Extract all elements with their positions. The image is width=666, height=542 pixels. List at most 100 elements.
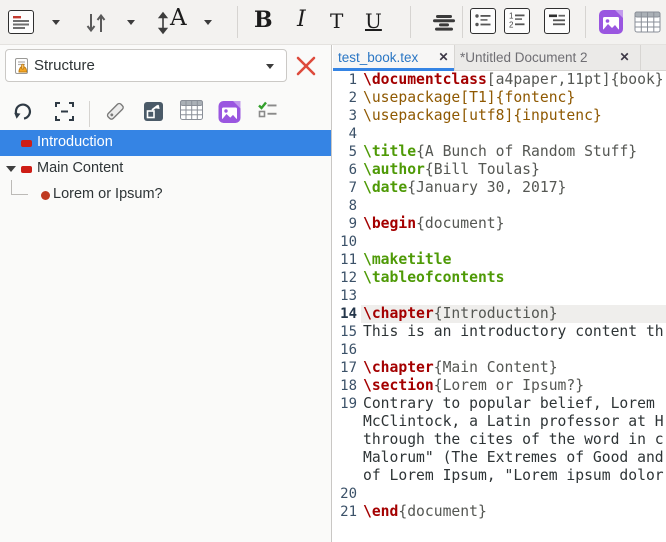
- bold-button[interactable]: B: [254, 7, 273, 33]
- main-toolbar: A B I T U: [0, 0, 666, 45]
- line-number: 11: [333, 251, 361, 269]
- code-line[interactable]: 20: [333, 485, 666, 503]
- line-number: 15: [333, 323, 361, 341]
- code-line[interactable]: 5\title{A Bunch of Random Stuff}: [333, 143, 666, 161]
- description-list-button[interactable]: [544, 8, 570, 34]
- tab-test-book[interactable]: test_book.tex ✕: [333, 45, 455, 71]
- code-line[interactable]: 1\documentclass[a4paper,11pt]{book}: [333, 71, 666, 89]
- line-number: 6: [333, 161, 361, 179]
- code-line-text: [361, 485, 666, 503]
- code-line[interactable]: 13: [333, 287, 666, 305]
- structure-item-label: Main Content: [37, 160, 123, 176]
- enumerate-list-button[interactable]: 1 2: [504, 8, 530, 34]
- show-todos-icon[interactable]: [255, 99, 280, 124]
- structure-tree-item[interactable]: Introduction: [0, 130, 331, 156]
- show-includes-icon[interactable]: [141, 99, 166, 124]
- document-tabbar: test_book.tex ✕ *Untitled Document 2 ✕: [333, 45, 666, 71]
- center-environment-icon[interactable]: [430, 11, 458, 33]
- references-icon[interactable]: [84, 11, 108, 35]
- code-line[interactable]: 19Contrary to popular belief, Lorem: [333, 395, 666, 413]
- font-size-arrow-icon[interactable]: [157, 11, 169, 35]
- application-window: A B I T U: [0, 0, 666, 542]
- code-line[interactable]: 2\usepackage[T1]{fontenc}: [333, 89, 666, 107]
- italic-button[interactable]: I: [297, 7, 306, 32]
- tab-label: test_book.tex: [338, 50, 418, 65]
- line-number: 5: [333, 143, 361, 161]
- code-line[interactable]: 4: [333, 125, 666, 143]
- sectioning-icon: [9, 11, 33, 33]
- code-line-text: of Lorem Ipsum, "Lorem ipsum dolor: [361, 467, 666, 485]
- expander-arrow-icon[interactable]: [6, 166, 16, 172]
- code-line[interactable]: Malorum" (The Extremes of Good and: [333, 449, 666, 467]
- collapse-all-icon[interactable]: [52, 99, 77, 124]
- code-line[interactable]: 21\end{document}: [333, 503, 666, 521]
- insert-image-button[interactable]: [598, 8, 625, 35]
- font-size-dropdown-caret[interactable]: [204, 20, 212, 25]
- code-line-text: \maketitle: [361, 251, 666, 269]
- itemize-list-icon: [471, 9, 495, 33]
- code-line[interactable]: 6\author{Bill Toulas}: [333, 161, 666, 179]
- code-line[interactable]: 8: [333, 197, 666, 215]
- tab-label: *Untitled Document 2: [460, 50, 588, 65]
- code-line-text: \documentclass[a4paper,11pt]{book}: [361, 71, 666, 89]
- line-number: [333, 413, 361, 431]
- refresh-structure-icon[interactable]: [11, 99, 36, 124]
- code-line[interactable]: McClintock, a Latin professor at H: [333, 413, 666, 431]
- structure-tree-item[interactable]: Main Content: [0, 156, 331, 182]
- code-line[interactable]: 18\section{Lorem or Ipsum?}: [333, 377, 666, 395]
- code-line[interactable]: 7\date{January 30, 2017}: [333, 179, 666, 197]
- code-line[interactable]: 11\maketitle: [333, 251, 666, 269]
- code-line-text: \usepackage[T1]{fontenc}: [361, 89, 666, 107]
- svg-text:1: 1: [509, 12, 514, 21]
- description-list-icon: [545, 9, 569, 33]
- code-line[interactable]: of Lorem Ipsum, "Lorem ipsum dolor: [333, 467, 666, 485]
- code-line-text: \date{January 30, 2017}: [361, 179, 666, 197]
- code-line-text: \title{A Bunch of Random Stuff}: [361, 143, 666, 161]
- toolbar-separator: [585, 6, 586, 38]
- code-line[interactable]: 10: [333, 233, 666, 251]
- code-line-text: \chapter{Introduction}: [361, 305, 666, 323]
- code-line[interactable]: 16: [333, 341, 666, 359]
- source-code-view[interactable]: 1\documentclass[a4paper,11pt]{book}2\use…: [333, 71, 666, 542]
- show-images-icon[interactable]: [217, 99, 242, 124]
- show-tables-icon[interactable]: [179, 99, 204, 121]
- panel-toolbar-separator: [89, 101, 90, 127]
- insert-table-button[interactable]: [634, 11, 661, 33]
- line-number: 1: [333, 71, 361, 89]
- code-line[interactable]: 17\chapter{Main Content}: [333, 359, 666, 377]
- line-number: 13: [333, 287, 361, 305]
- tree-branch-line: [11, 180, 28, 195]
- structure-combo-icon: [14, 57, 30, 75]
- code-line-text: [361, 341, 666, 359]
- code-line-text: [361, 125, 666, 143]
- structure-tree-item[interactable]: Lorem or Ipsum?: [0, 182, 331, 208]
- side-panel-selector[interactable]: Structure: [5, 49, 287, 82]
- sectioning-dropdown-caret[interactable]: [52, 20, 60, 25]
- code-line[interactable]: 9\begin{document}: [333, 215, 666, 233]
- code-line[interactable]: 14\chapter{Introduction}: [333, 305, 666, 323]
- code-line-text: [361, 287, 666, 305]
- structure-tree: Introduction Main Content Lorem or Ipsum?: [0, 130, 331, 208]
- sectioning-button[interactable]: [8, 10, 34, 34]
- tab-untitled-document[interactable]: *Untitled Document 2 ✕: [455, 45, 641, 71]
- tab-close-icon[interactable]: ✕: [437, 51, 450, 64]
- underline-button[interactable]: U: [365, 9, 382, 33]
- close-panel-button[interactable]: [294, 54, 318, 78]
- code-line[interactable]: 12\tableofcontents: [333, 269, 666, 287]
- editor-area: test_book.tex ✕ *Untitled Document 2 ✕ 1…: [333, 45, 666, 542]
- toolbar-separator: [410, 6, 411, 38]
- line-number: 20: [333, 485, 361, 503]
- references-dropdown-caret[interactable]: [127, 20, 135, 25]
- code-line-text: Contrary to popular belief, Lorem: [361, 395, 666, 413]
- line-number: 3: [333, 107, 361, 125]
- show-labels-icon[interactable]: [103, 99, 128, 124]
- tab-close-icon[interactable]: ✕: [618, 51, 631, 64]
- itemize-list-button[interactable]: [470, 8, 496, 34]
- code-line[interactable]: through the cites of the word in c: [333, 431, 666, 449]
- toolbar-separator: [237, 6, 238, 38]
- code-line[interactable]: 15This is an introductory content th: [333, 323, 666, 341]
- font-size-letter[interactable]: A: [170, 5, 187, 31]
- typewriter-button[interactable]: T: [330, 9, 343, 33]
- code-line[interactable]: 3\usepackage[utf8]{inputenc}: [333, 107, 666, 125]
- line-number: 17: [333, 359, 361, 377]
